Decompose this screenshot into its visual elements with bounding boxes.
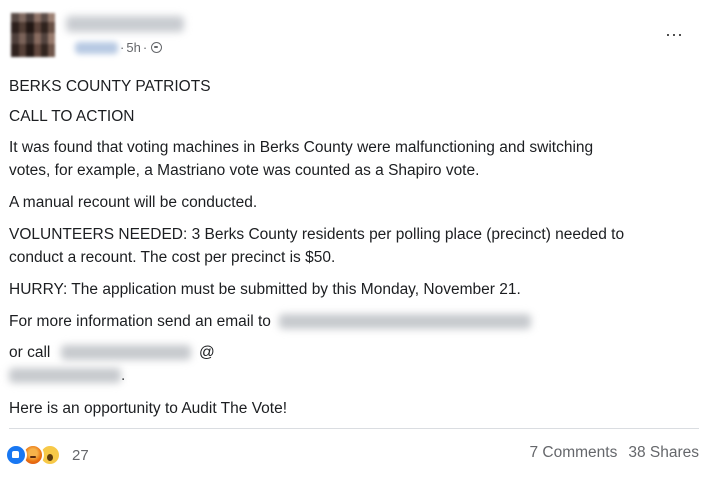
post-title: BERKS COUNTY PATRIOTS [9, 78, 211, 95]
group-name-redacted[interactable] [75, 42, 118, 54]
footer-divider [9, 428, 699, 429]
post-timestamp[interactable]: 5h [126, 40, 140, 55]
post-meta: · 5h · [120, 40, 163, 55]
at-sign: @ [198, 344, 215, 361]
email-prompt: For more information send an email to [9, 313, 271, 330]
post-paragraph-7: . [9, 365, 125, 387]
author-name-redacted[interactable] [66, 16, 184, 32]
more-options-icon: ··· [665, 24, 683, 44]
reaction-count[interactable]: 27 [72, 447, 89, 464]
more-options-button[interactable]: ··· [663, 25, 685, 44]
contact-name-redacted [60, 345, 191, 361]
email-redacted[interactable] [279, 314, 532, 330]
post-paragraph-5: For more information send an email to [9, 311, 532, 333]
post-paragraph-4: HURRY: The application must be submitted… [9, 281, 521, 298]
reactions-summary[interactable]: 27 [5, 444, 89, 466]
post-paragraph-1b: votes, for example, a Mastriano vote was… [9, 162, 480, 179]
meta-separator-2: · [142, 40, 148, 55]
post-subtitle: CALL TO ACTION [9, 108, 135, 125]
post-paragraph-8: Here is an opportunity to Audit The Vote… [9, 400, 288, 417]
comments-count[interactable]: 7 Comments [529, 444, 617, 462]
post-card: · 5h · ··· BERKS COUNTY PATRIOTS CALL TO… [0, 0, 708, 478]
shares-count[interactable]: 38 Shares [628, 444, 699, 462]
post-paragraph-3a: VOLUNTEERS NEEDED: 3 Berks County reside… [9, 226, 625, 243]
post-paragraph-2: A manual recount will be conducted. [9, 194, 258, 211]
post-paragraph-6: or call @ [9, 342, 215, 364]
author-avatar[interactable] [11, 13, 55, 57]
engagement-stats: 7 Comments 38 Shares [529, 444, 699, 462]
globe-icon [151, 42, 163, 53]
phone-period: . [121, 367, 126, 384]
phone-redacted [9, 368, 121, 384]
meta-separator: · [120, 40, 125, 55]
like-icon [5, 444, 27, 466]
post-paragraph-1a: It was found that voting machines in Ber… [9, 139, 594, 156]
call-prompt: or call [9, 344, 51, 361]
post-paragraph-3b: conduct a recount. The cost per precinct… [9, 249, 336, 266]
